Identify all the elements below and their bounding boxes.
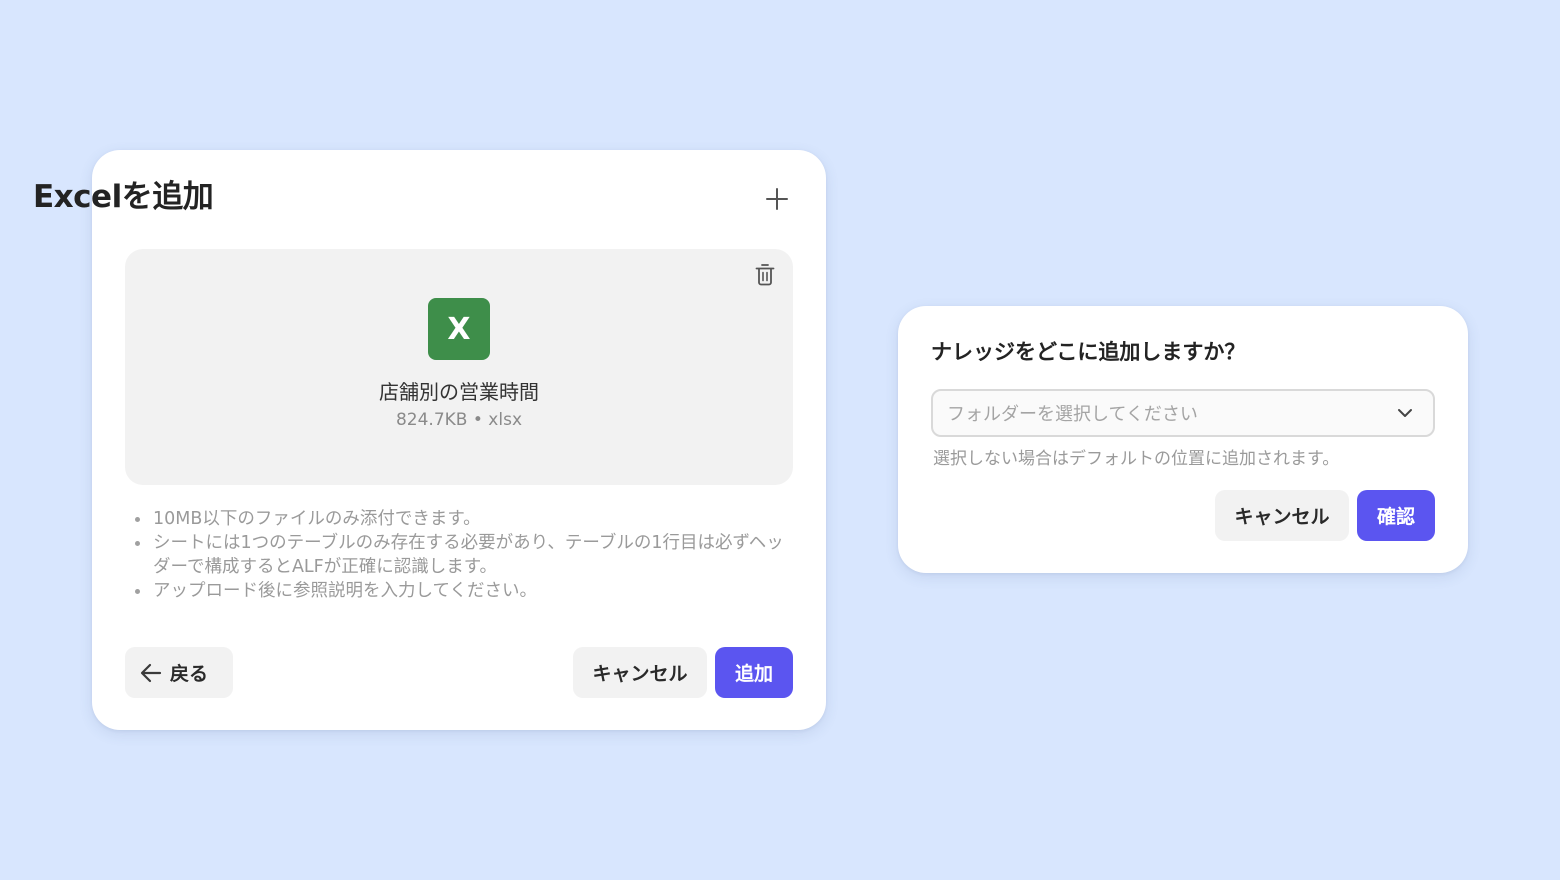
- note-item: アップロード後に参照説明を入力してください。: [132, 579, 787, 603]
- cancel-button[interactable]: キャンセル: [573, 647, 707, 698]
- confirm-button[interactable]: 確認: [1357, 490, 1435, 541]
- file-card: [125, 249, 793, 485]
- upload-notes: 10MB以下のファイルのみ添付できます。 シートには1つのテーブルのみ存在する必…: [132, 507, 787, 603]
- arrow-left-icon: [140, 663, 162, 682]
- chevron-down-icon: [1398, 409, 1412, 417]
- dialog-title: ナレッジをどこに追加しますか？: [931, 340, 1246, 364]
- folder-select[interactable]: フォルダーを選択してください: [931, 389, 1435, 437]
- back-label: 戻る: [170, 663, 209, 685]
- folder-hint: 選択しない場合はデフォルトの位置に追加されます。: [933, 449, 1340, 469]
- add-button[interactable]: 追加: [715, 647, 793, 698]
- excel-file-icon: X: [428, 298, 490, 360]
- file-name: 店舗別の営業時間: [379, 380, 539, 404]
- plus-icon[interactable]: [764, 186, 790, 212]
- note-item: シートには1つのテーブルのみ存在する必要があり、テーブルの1行目は必ずヘッダーで…: [132, 531, 787, 579]
- back-button[interactable]: 戻る: [125, 647, 233, 698]
- dialog-title: Excelを追加: [33, 179, 214, 215]
- trash-icon[interactable]: [753, 262, 777, 288]
- cancel-button[interactable]: キャンセル: [1215, 490, 1349, 541]
- file-meta: 824.7KB • xlsx: [395, 410, 522, 430]
- note-item: 10MB以下のファイルのみ添付できます。: [132, 507, 787, 531]
- folder-select-placeholder: フォルダーを選択してください: [947, 404, 1198, 425]
